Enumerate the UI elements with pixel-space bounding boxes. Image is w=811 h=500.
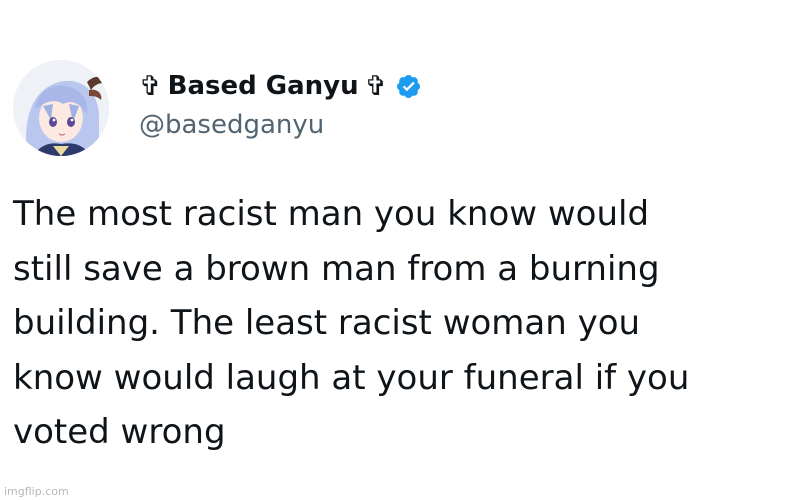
- display-name-row[interactable]: ✞ Based Ganyu ✞: [139, 66, 422, 106]
- tweet-body: The most racist man you know would still…: [13, 187, 803, 460]
- tweet-body-line: building. The least racist woman you: [13, 303, 641, 343]
- tweet-body-line: still save a brown man from a burning: [13, 248, 660, 289]
- verified-badge-icon: [395, 73, 422, 100]
- anime-avatar-icon: [13, 60, 109, 156]
- tweet-body-line: voted wrong: [13, 412, 226, 452]
- avatar[interactable]: [13, 60, 109, 156]
- cross-icon: ✞: [139, 70, 162, 102]
- user-handle[interactable]: @basedganyu: [139, 110, 324, 140]
- display-name[interactable]: Based Ganyu: [168, 71, 359, 101]
- imgflip-watermark: imgflip.com: [4, 485, 69, 498]
- cross-icon: ✞: [364, 70, 388, 102]
- tweet-card: ✞ Based Ganyu ✞ @basedganyu The most rac…: [0, 0, 811, 500]
- tweet-body-line: The most racist man you know would: [13, 194, 650, 234]
- tweet-body-line: know would laugh at your funeral if you: [13, 357, 690, 398]
